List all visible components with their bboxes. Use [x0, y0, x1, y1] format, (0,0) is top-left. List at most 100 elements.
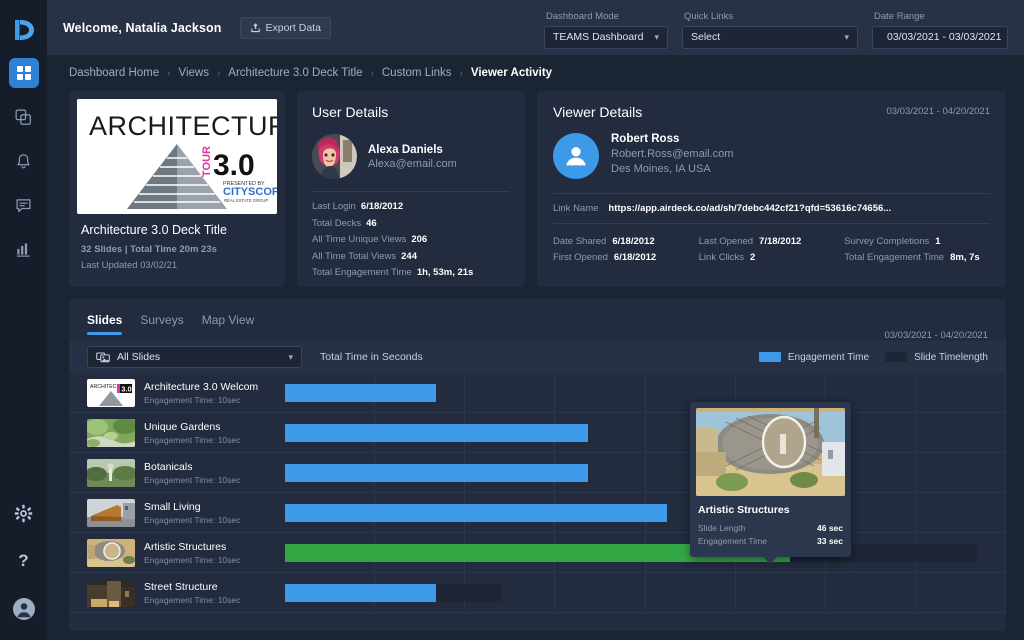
user-email: Alexa@email.com	[368, 157, 457, 170]
viewer-identity-text: Robert Ross Robert.Ross@email.com Des Mo…	[611, 133, 733, 175]
legend-label: Slide Timelength	[914, 351, 988, 363]
deck-thumbnail[interactable]: ARCHITECTURE 3.0 TOUR PRESENTED BY CITYS…	[77, 99, 277, 214]
breadcrumb-separator: ›	[459, 67, 463, 79]
stat-value: 6/18/2012	[612, 236, 655, 247]
sidebar-item-dashboard[interactable]	[8, 58, 39, 88]
tooltip-arrow	[762, 556, 778, 564]
chart-bar-row[interactable]	[285, 413, 1006, 453]
gear-settings-icon	[14, 504, 33, 522]
svg-text:3.0: 3.0	[213, 149, 255, 182]
slide-thumbnail: ARCHITECTURE 3.0	[87, 378, 135, 407]
sidebar-item-analytics[interactable]	[9, 234, 39, 264]
viewer-stats-col: Survey Completions 1 Total Engagement Ti…	[844, 236, 990, 268]
bar-engagement-time	[285, 504, 668, 522]
grid-dashboard-icon	[16, 66, 31, 80]
slide-row-text: Street Structure Engagement Time: 10sec	[144, 581, 240, 605]
bell-notifications-icon	[17, 153, 30, 168]
list-item: Total Engagement Time 1h, 53m, 21s	[312, 267, 510, 278]
sidebar-item-settings[interactable]	[9, 498, 39, 528]
tooltip-key: Engagement Time	[698, 536, 767, 546]
table-row[interactable]: Botanicals Engagement Time: 10sec	[69, 453, 285, 493]
chart-bar-row[interactable]	[285, 533, 1006, 573]
list-item: Last Login 6/18/2012	[312, 201, 510, 212]
chart-bar-row[interactable]	[285, 493, 1006, 533]
slide-row-text: Artistic Structures Engagement Time: 10s…	[144, 541, 240, 565]
tab-map-view[interactable]: Map View	[202, 313, 254, 335]
tooltip-key: Slide Length	[698, 523, 746, 533]
airdeck-logo-icon[interactable]	[10, 16, 38, 44]
list-item: First Opened 6/18/2012	[553, 252, 699, 263]
divider	[312, 191, 510, 192]
stat-key: Total Engagement Time	[312, 267, 412, 278]
breadcrumb-item-views[interactable]: Views	[178, 67, 208, 79]
slides-bar-chart: ARCHITECTURE 3.0 Architecture 3.0 Welcom…	[69, 373, 1006, 613]
breadcrumb-item-deck-title[interactable]: Architecture 3.0 Deck Title	[228, 67, 362, 79]
table-row[interactable]: Small Living Engagement Time: 10sec	[69, 493, 285, 533]
sidebar-item-account[interactable]	[9, 594, 39, 624]
slide-thumbnail	[87, 418, 135, 447]
legend-item-engagement-time: Engagement Time	[758, 351, 870, 363]
rail-icon-list	[8, 58, 39, 264]
table-row[interactable]: Artistic Structures Engagement Time: 10s…	[69, 533, 285, 573]
viewer-stats-grid: Date Shared 6/18/2012 First Opened 6/18/…	[553, 236, 990, 268]
chart-toolbar: All Slides ▾ Total Time in Seconds Engag…	[69, 341, 1006, 373]
breadcrumb-item-viewer-activity: Viewer Activity	[470, 67, 553, 79]
all-slides-filter-select[interactable]: All Slides ▾	[87, 346, 302, 368]
user-name: Alexa Daniels	[368, 143, 443, 156]
dashboard-mode-select[interactable]: TEAMS Dashboard ▾	[544, 25, 668, 49]
breadcrumb-separator: ›	[370, 67, 374, 79]
slide-row-text: Small Living Engagement Time: 10sec	[144, 501, 240, 525]
bar-engagement-time	[285, 424, 588, 442]
quick-links-select[interactable]: Select ▾	[682, 25, 858, 49]
user-account-icon	[12, 598, 35, 620]
chart-bar-row[interactable]	[285, 453, 1006, 493]
chart-bar-row[interactable]	[285, 573, 1006, 613]
slide-title: Botanicals	[144, 460, 193, 473]
slide-thumbnail	[87, 498, 135, 527]
slide-engagement: Engagement Time: 10sec	[144, 514, 241, 525]
breadcrumb-separator: ›	[167, 67, 171, 79]
legend-label: Engagement Time	[787, 351, 870, 363]
breadcrumb-item-dashboard-home[interactable]: Dashboard Home	[69, 67, 159, 79]
deck-meta: Architecture 3.0 Deck Title 32 Slides | …	[77, 214, 277, 271]
panel-tabs: Slides Surveys Map View	[69, 299, 1006, 335]
tab-slides[interactable]: Slides	[87, 313, 123, 335]
chevron-down-icon: ▾	[844, 31, 849, 42]
tooltip-value: 46 sec	[817, 523, 843, 533]
slide-engagement: Engagement Time: 10sec	[144, 554, 241, 565]
table-row[interactable]: ARCHITECTURE 3.0 Architecture 3.0 Welcom…	[69, 373, 285, 413]
chart-plot-area: Artistic Structures Slide Length 46 sec …	[285, 373, 1006, 613]
table-row[interactable]: Street Structure Engagement Time: 10sec	[69, 573, 285, 613]
slide-title: Unique Gardens	[144, 420, 221, 433]
slide-thumbnail	[87, 458, 135, 487]
link-name-value[interactable]: https://app.airdeck.co/ad/sh/7debc442cf2…	[608, 203, 891, 214]
stat-value: 8m, 7s	[950, 252, 980, 263]
stat-key: Survey Completions	[844, 236, 930, 247]
stat-value: 1	[935, 236, 941, 247]
summary-card-row: ARCHITECTURE 3.0 TOUR PRESENTED BY CITYS…	[69, 91, 1006, 287]
slide-tooltip: Artistic Structures Slide Length 46 sec …	[690, 402, 851, 564]
date-range-picker[interactable]: 03/03/2021 - 03/03/2021	[872, 25, 1008, 49]
slide-thumbnail	[87, 538, 135, 567]
sidebar-item-messages[interactable]	[9, 190, 39, 220]
legend-swatch	[885, 352, 908, 362]
chart-bar-row[interactable]	[285, 373, 1006, 413]
list-item: Total Engagement Time 8m, 7s	[844, 252, 990, 263]
svg-text:REAL ESTATE GROUP: REAL ESTATE GROUP	[224, 198, 268, 203]
deck-title: Architecture 3.0 Deck Title	[81, 223, 227, 237]
legend-swatch	[758, 352, 781, 362]
table-row[interactable]: Unique Gardens Engagement Time: 10sec	[69, 413, 285, 453]
svg-text:3.0: 3.0	[121, 384, 131, 393]
tab-surveys[interactable]: Surveys	[140, 313, 183, 335]
chevron-down-icon: ▾	[288, 351, 293, 362]
deck-last-updated: Last Updated 03/02/21	[81, 260, 178, 271]
export-data-button[interactable]: Export Data	[239, 16, 331, 39]
tooltip-value: 33 sec	[817, 536, 843, 546]
sidebar-item-notifications[interactable]	[9, 146, 39, 176]
upload-export-icon	[250, 23, 260, 33]
sidebar-item-help[interactable]: ?	[9, 546, 39, 576]
deck-summary-card: ARCHITECTURE 3.0 TOUR PRESENTED BY CITYS…	[69, 91, 285, 287]
sidebar-item-decks[interactable]	[9, 102, 39, 132]
stat-key: Total Decks	[312, 217, 362, 229]
breadcrumb-item-custom-links[interactable]: Custom Links	[382, 67, 452, 79]
